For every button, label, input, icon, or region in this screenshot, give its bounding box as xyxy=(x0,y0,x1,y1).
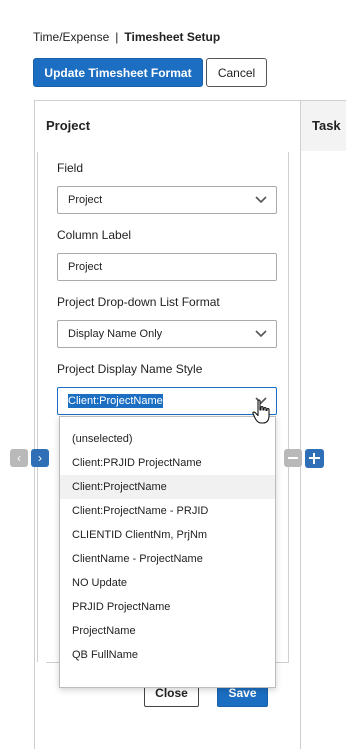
display-style-dropdown-list[interactable]: (unselected) Client:PRJID ProjectName Cl… xyxy=(59,416,276,688)
dropdown-option-hovered[interactable]: Client:ProjectName xyxy=(60,475,275,499)
column-label-input[interactable]: Project xyxy=(57,253,277,281)
hand-cursor-icon xyxy=(252,399,270,424)
dropdown-option[interactable]: PRJID ProjectName xyxy=(60,595,275,619)
column-header-project[interactable]: Project xyxy=(46,118,90,133)
dropdown-option[interactable]: QB FullName xyxy=(60,643,275,667)
field-label: Field xyxy=(57,161,84,175)
page-title: Timesheet Setup xyxy=(124,30,221,44)
update-timesheet-format-button[interactable]: Update Timesheet Format xyxy=(33,58,203,87)
breadcrumb-parent: Time/Expense xyxy=(33,30,110,44)
display-style-select-value: Client:ProjectName xyxy=(68,394,163,408)
cancel-button[interactable]: Cancel xyxy=(206,58,267,87)
chevron-left-icon[interactable]: ‹ xyxy=(10,449,28,467)
grid-left-border xyxy=(34,100,35,749)
dropdown-format-select[interactable]: Display Name Only xyxy=(57,320,277,348)
column-label-input-value: Project xyxy=(68,261,103,273)
breadcrumb-separator: | xyxy=(115,30,119,44)
display-style-label: Project Display Name Style xyxy=(57,362,203,376)
dropdown-option[interactable]: ProjectName xyxy=(60,619,275,643)
dropdown-option[interactable]: NO Update xyxy=(60,571,275,595)
minus-icon[interactable] xyxy=(284,449,302,467)
dropdown-option[interactable]: ClientName - ProjectName xyxy=(60,547,275,571)
breadcrumb: Time/Expense | Timesheet Setup xyxy=(33,30,220,44)
field-select-value: Project xyxy=(68,194,103,206)
chevron-down-icon xyxy=(255,196,267,204)
field-select[interactable]: Project xyxy=(57,186,277,214)
dropdown-option[interactable]: CLIENTID ClientNm, PrjNm xyxy=(60,523,275,547)
dropdown-format-select-value: Display Name Only xyxy=(68,328,163,340)
dropdown-option[interactable]: Client:ProjectName - PRJID xyxy=(60,499,275,523)
chevron-right-icon[interactable]: › xyxy=(31,449,49,467)
dropdown-option[interactable]: Client:PRJID ProjectName xyxy=(60,451,275,475)
chevron-down-icon xyxy=(255,330,267,338)
dropdown-option[interactable]: (unselected) xyxy=(60,427,275,451)
plus-icon[interactable] xyxy=(305,449,324,468)
column-label-label: Column Label xyxy=(57,228,132,242)
grid-column-divider xyxy=(300,100,301,749)
dropdown-format-label: Project Drop-down List Format xyxy=(57,295,220,309)
column-header-task[interactable]: Task xyxy=(312,118,341,133)
display-style-select[interactable]: Client:ProjectName xyxy=(57,387,277,415)
